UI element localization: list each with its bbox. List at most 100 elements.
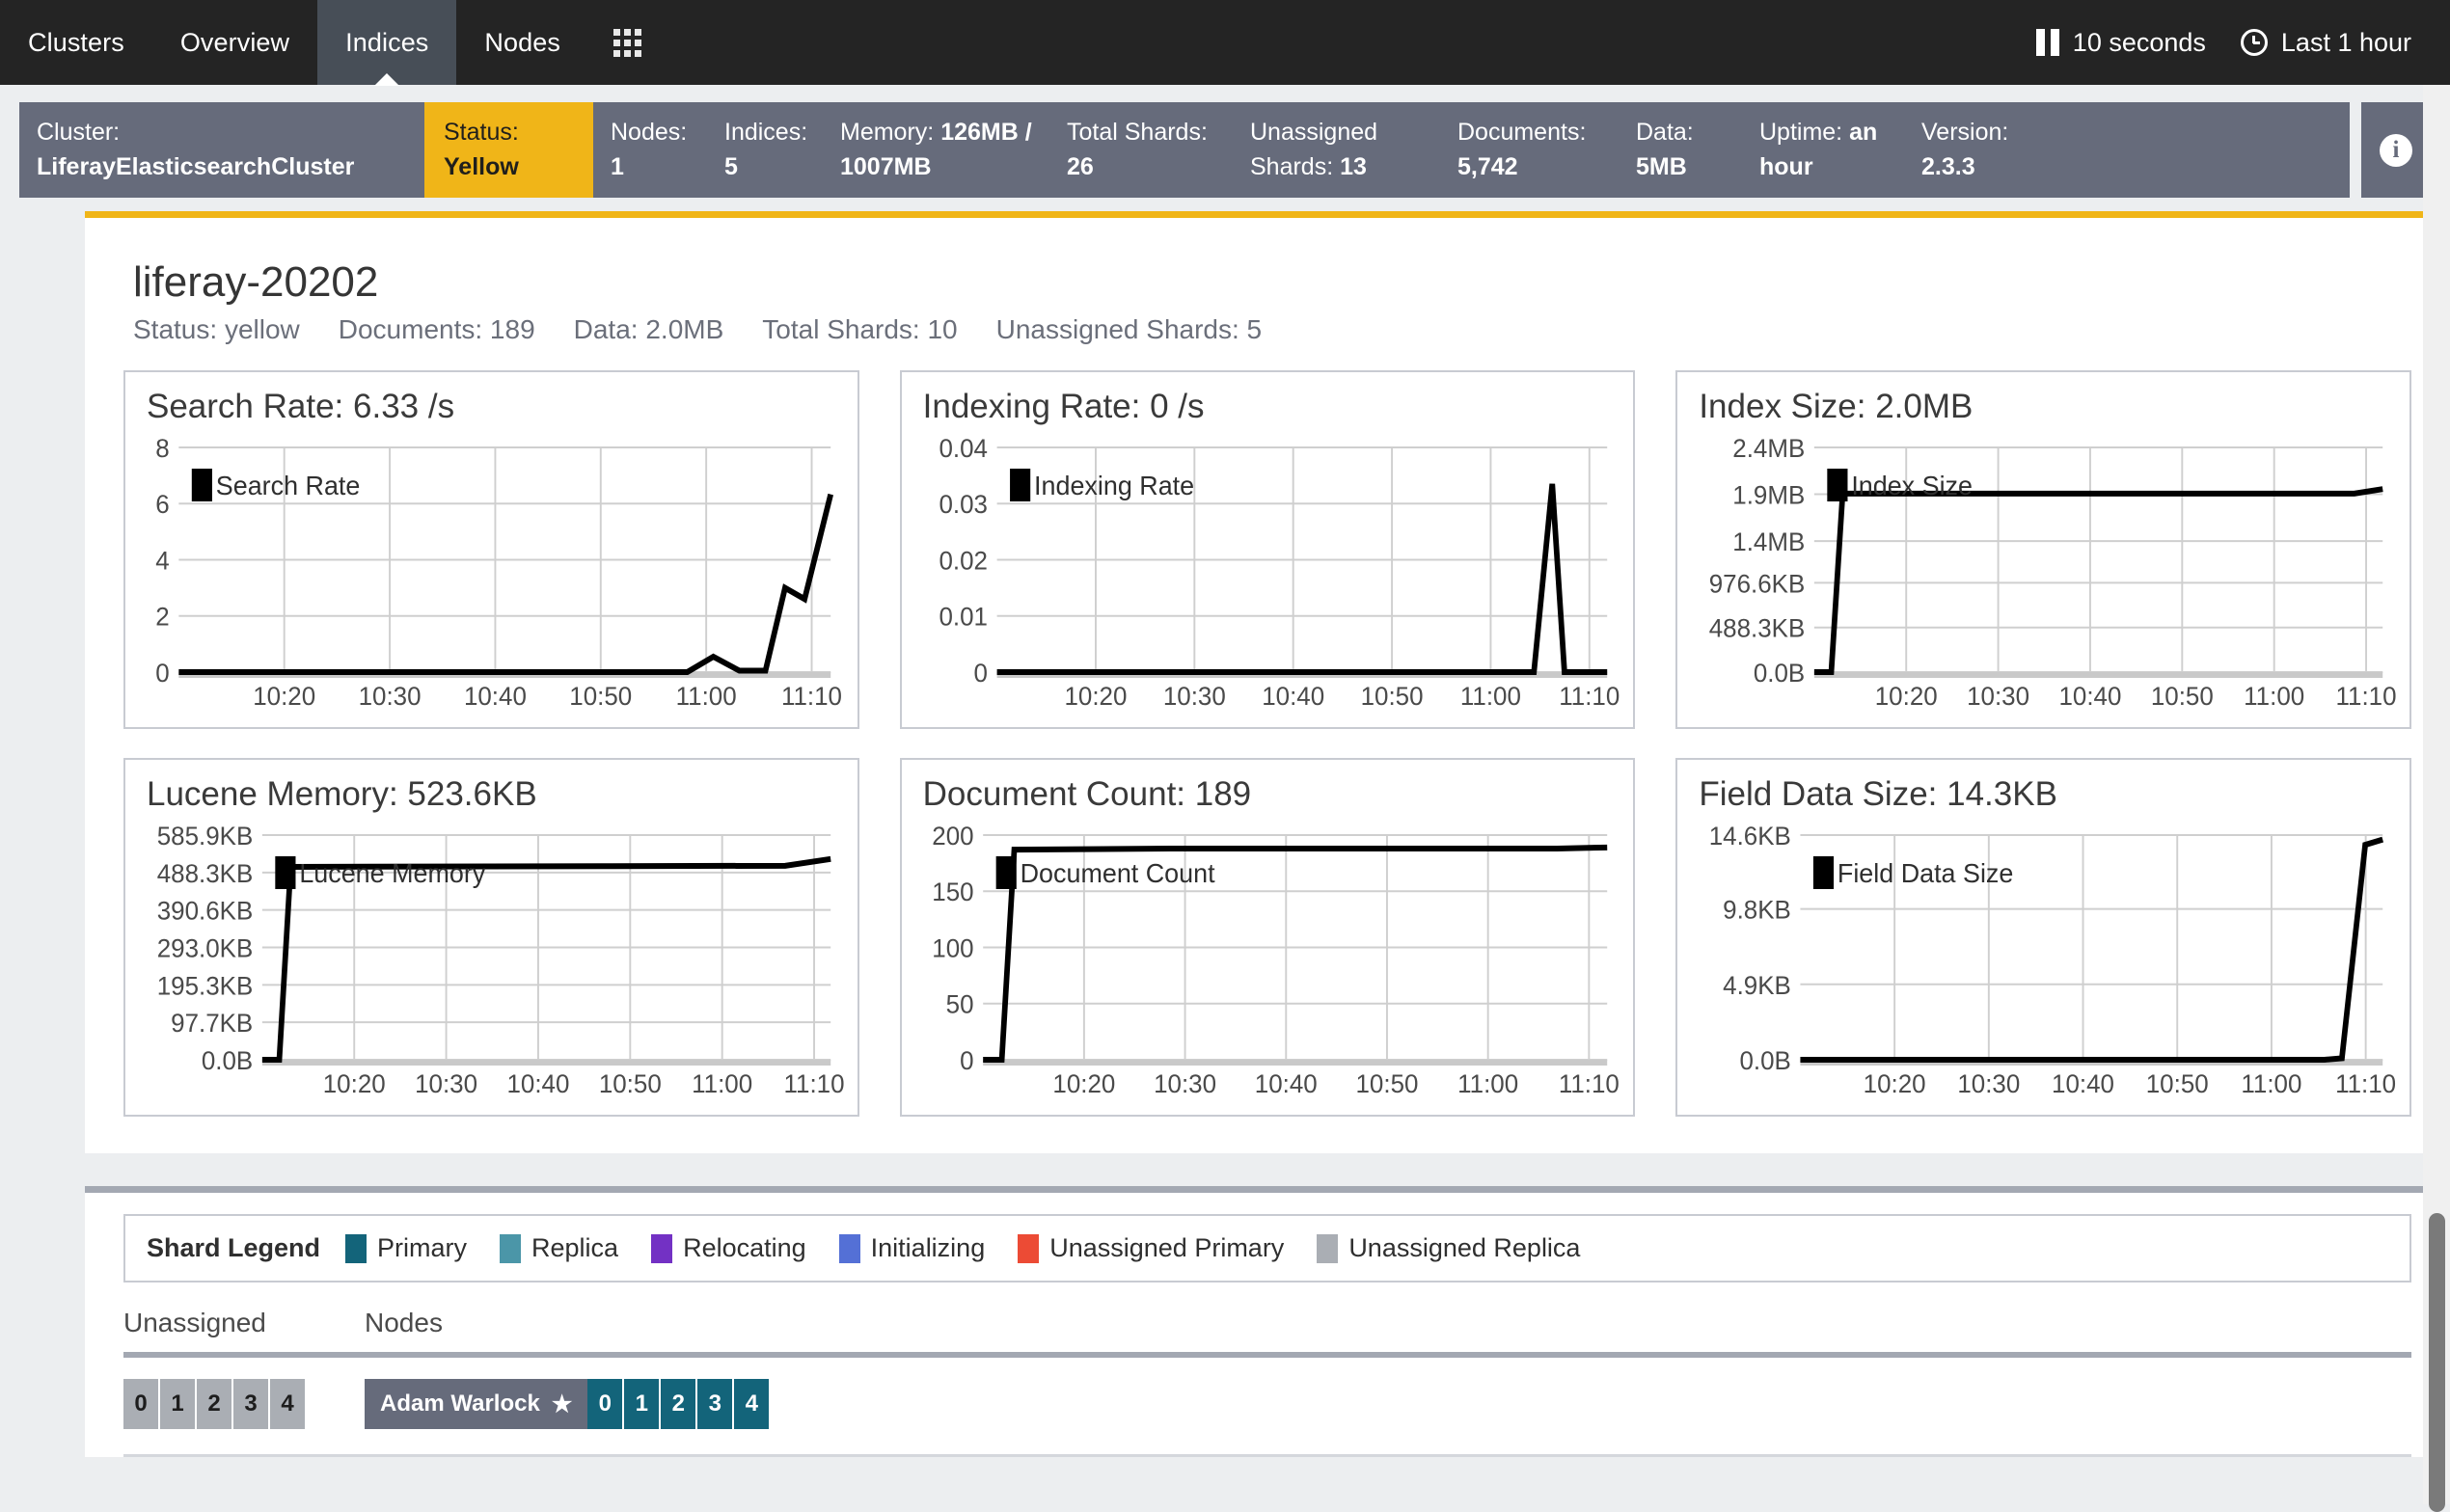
page-scrollbar[interactable]	[2423, 85, 2450, 1504]
svg-text:10:50: 10:50	[1360, 682, 1423, 712]
legend-item-relocating: Relocating	[651, 1233, 806, 1263]
chart-title-search-rate: Search Rate: 6.33 /s	[147, 388, 844, 426]
stat-documents-value: 5,742	[1457, 153, 1518, 180]
cluster-status-badge: Status: Yellow	[424, 102, 593, 198]
svg-text:Document Count: Document Count	[1020, 858, 1214, 889]
unassigned-shard-chip[interactable]: 4	[270, 1379, 307, 1429]
node-shard-chip[interactable]: 3	[697, 1379, 734, 1429]
svg-text:100: 100	[932, 933, 973, 963]
svg-text:Field Data Size: Field Data Size	[1838, 858, 2013, 889]
stat-data-value: 5MB	[1636, 153, 1687, 180]
svg-text:10:40: 10:40	[1262, 682, 1324, 712]
node-shard-chip[interactable]: 1	[624, 1379, 661, 1429]
cluster-status-value: Yellow	[444, 150, 574, 185]
unassigned-shard-chip[interactable]: 0	[123, 1379, 160, 1429]
stat-indices-value: 5	[724, 153, 738, 180]
svg-text:97.7KB: 97.7KB	[171, 1009, 253, 1039]
page-scrollbar-thumb[interactable]	[2429, 1213, 2445, 1512]
svg-text:0.0B: 0.0B	[1740, 1046, 1791, 1076]
svg-text:11:10: 11:10	[784, 1069, 844, 1099]
chart-title-lucene-memory: Lucene Memory: 523.6KB	[147, 775, 844, 814]
stat-uptime-label: Uptime:	[1759, 119, 1842, 146]
chart-plot-field-data-size: 0.0B4.9KB9.8KB14.6KB10:2010:3010:4010:50…	[1691, 820, 2396, 1104]
svg-text:10:50: 10:50	[569, 682, 632, 712]
refresh-interval-button[interactable]: 10 seconds	[2019, 28, 2223, 58]
nav-tab-indices-label: Indices	[345, 28, 428, 58]
svg-text:10:20: 10:20	[1875, 682, 1938, 712]
shard-legend: Shard Legend Primary Replica Relocating …	[123, 1214, 2411, 1282]
legend-swatch-unassigned-replica	[1317, 1234, 1338, 1263]
svg-text:10:50: 10:50	[1355, 1069, 1418, 1099]
stat-unassigned-shards: Unassigned Shards: 13	[1233, 102, 1440, 198]
apps-grid-button[interactable]	[588, 0, 667, 85]
svg-text:0.04: 0.04	[939, 434, 988, 464]
svg-text:10:20: 10:20	[1052, 1069, 1115, 1099]
nav-tab-nodes-label: Nodes	[484, 28, 560, 58]
index-stat-documents: Documents: 189	[339, 314, 535, 345]
legend-label-relocating: Relocating	[683, 1233, 806, 1263]
node-badge[interactable]: Adam Warlock ★	[365, 1379, 587, 1429]
panel-divider	[85, 1153, 2450, 1186]
svg-text:488.3KB: 488.3KB	[157, 858, 254, 888]
stat-version-label: Version:	[1921, 119, 2008, 146]
stat-nodes-value: 1	[611, 153, 624, 180]
svg-text:0.0B: 0.0B	[1754, 659, 1805, 688]
nav-tab-clusters[interactable]: Clusters	[0, 0, 152, 85]
unassigned-shard-chip[interactable]: 3	[233, 1379, 270, 1429]
svg-text:8: 8	[155, 434, 169, 464]
chart-plot-search-rate: 0246810:2010:3010:4010:5011:0011:10Searc…	[139, 432, 844, 716]
svg-text:11:00: 11:00	[1460, 682, 1521, 712]
chart-card-document-count: Document Count: 189 05010015020010:2010:…	[900, 758, 1636, 1117]
legend-swatch-primary	[345, 1234, 367, 1263]
svg-text:10:30: 10:30	[415, 1069, 477, 1099]
nav-tab-indices[interactable]: Indices	[317, 0, 456, 85]
svg-text:11:00: 11:00	[2245, 682, 2305, 712]
nav-tab-overview-label: Overview	[180, 28, 289, 58]
stat-indices: Indices: 5	[707, 102, 823, 198]
cluster-info-button[interactable]: i	[2361, 102, 2431, 198]
svg-text:6: 6	[155, 490, 169, 520]
unassigned-shard-chip[interactable]: 1	[160, 1379, 197, 1429]
svg-text:10:30: 10:30	[1163, 682, 1226, 712]
svg-text:Index Size: Index Size	[1852, 471, 1974, 501]
stat-documents-label: Documents:	[1457, 119, 1586, 146]
nav-tab-overview[interactable]: Overview	[152, 0, 317, 85]
node-shard-chip[interactable]: 4	[734, 1379, 771, 1429]
stat-nodes-label: Nodes:	[611, 119, 687, 146]
svg-text:10:30: 10:30	[1967, 682, 2029, 712]
unassigned-shards-cell: 0 1 2 3 4	[123, 1379, 365, 1429]
chart-card-index-size: Index Size: 2.0MB 0.0B488.3KB976.6KB1.4M…	[1675, 370, 2411, 729]
legend-swatch-unassigned-primary	[1018, 1234, 1039, 1263]
svg-text:2.4MB: 2.4MB	[1733, 434, 1806, 464]
legend-swatch-replica	[500, 1234, 521, 1263]
node-shard-chip[interactable]: 0	[587, 1379, 624, 1429]
svg-text:10:40: 10:40	[2052, 1069, 2114, 1099]
stat-total-shards-label: Total Shards:	[1067, 119, 1208, 146]
stat-memory-label: Memory:	[840, 119, 934, 146]
stat-memory: Memory: 126MB / 1007MB	[823, 102, 1049, 198]
svg-text:50: 50	[945, 989, 973, 1019]
col-nodes-header: Nodes	[365, 1308, 2411, 1352]
chart-title-document-count: Document Count: 189	[923, 775, 1620, 814]
unassigned-header-label: Unassigned	[123, 1308, 365, 1352]
legend-item-replica: Replica	[500, 1233, 618, 1263]
nav-tab-nodes[interactable]: Nodes	[456, 0, 588, 85]
legend-swatch-initializing	[839, 1234, 860, 1263]
svg-text:10:30: 10:30	[1154, 1069, 1216, 1099]
stat-unassigned-shards-value: 13	[1340, 153, 1367, 180]
cluster-name-box[interactable]: Cluster: LiferayElasticsearchCluster	[19, 102, 424, 198]
chart-title-field-data-size: Field Data Size: 14.3KB	[1699, 775, 2396, 814]
cluster-name-value: LiferayElasticsearchCluster	[37, 150, 407, 185]
unassigned-shard-chip[interactable]: 2	[197, 1379, 233, 1429]
svg-text:11:10: 11:10	[781, 682, 842, 712]
chart-card-indexing-rate: Indexing Rate: 0 /s 00.010.020.030.0410:…	[900, 370, 1636, 729]
svg-text:10:20: 10:20	[1064, 682, 1127, 712]
stat-data: Data: 5MB	[1619, 102, 1742, 198]
legend-item-unassigned-replica: Unassigned Replica	[1317, 1233, 1580, 1263]
top-navigation-bar: Clusters Overview Indices Nodes 10 secon…	[0, 0, 2450, 85]
stat-total-shards: Total Shards: 26	[1049, 102, 1233, 198]
node-shard-chip[interactable]: 2	[661, 1379, 697, 1429]
time-range-button[interactable]: Last 1 hour	[2223, 28, 2429, 58]
pause-icon	[2036, 29, 2059, 56]
svg-text:10:30: 10:30	[359, 682, 422, 712]
